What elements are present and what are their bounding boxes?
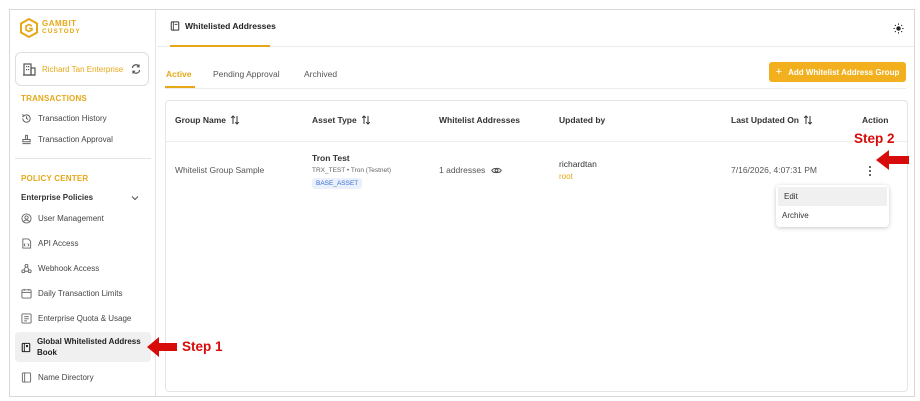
sidebar-item-global-whitelisted-address-book[interactable]: Global Whitelisted Address Book — [15, 332, 151, 362]
whitelist-table: Group Name Asset Type Whitelist Addresse… — [165, 100, 908, 392]
cell-updated-on: 7/16/2026, 4:07:31 PM — [731, 165, 818, 175]
sidebar-item-label: User Management — [38, 214, 104, 223]
brand-name: GAMBIT — [42, 19, 77, 28]
column-header-asset-type[interactable]: Asset Type — [312, 115, 371, 125]
enterprise-switcher[interactable]: Richard Tan Enterprise — [15, 52, 149, 86]
building-icon — [23, 63, 36, 76]
sidebar-item-user-management[interactable]: User Management — [21, 213, 104, 224]
switch-icon[interactable] — [130, 63, 142, 75]
sidebar-item-daily-transaction-limits[interactable]: Daily Transaction Limits — [21, 288, 122, 299]
add-whitelist-group-button[interactable]: + Add Whitelist Address Group — [769, 62, 906, 82]
sidebar-item-label: Transaction Approval — [38, 135, 113, 144]
sidebar-item-label: Enterprise Quota & Usage — [38, 314, 132, 323]
gambit-logo-icon — [20, 18, 38, 38]
enterprise-name: Richard Tan Enterprise — [42, 64, 124, 74]
sort-icon — [361, 115, 370, 125]
users-icon — [21, 213, 32, 224]
sidebar-item-transaction-history[interactable]: Transaction History — [21, 113, 107, 124]
top-bar: Whitelisted Addresses — [157, 10, 914, 47]
column-header-whitelist-addresses: Whitelist Addresses — [439, 115, 520, 125]
app-window: GAMBIT CUSTODY Richard Tan Enterprise TR… — [9, 9, 915, 397]
sidebar-item-webhook-access[interactable]: Webhook Access — [21, 263, 99, 274]
sidebar-group-enterprise-policies[interactable]: Enterprise Policies — [21, 193, 139, 202]
sidebar: GAMBIT CUSTODY Richard Tan Enterprise TR… — [10, 10, 156, 396]
sidebar-item-label: Daily Transaction Limits — [38, 289, 123, 298]
sidebar-group-label: Enterprise Policies — [21, 193, 94, 202]
sort-icon — [803, 115, 813, 125]
sun-icon[interactable] — [893, 23, 904, 34]
history-icon — [22, 114, 31, 123]
address-book-icon — [170, 21, 180, 31]
section-policy-center: POLICY CENTER — [21, 174, 89, 183]
chevron-down-icon — [131, 195, 139, 200]
sidebar-item-enterprise-quota-usage[interactable]: Enterprise Quota & Usage — [21, 313, 131, 324]
quota-icon — [21, 313, 32, 324]
step-1-label: Step 1 — [182, 339, 223, 354]
table-header-divider — [166, 141, 907, 142]
plus-icon: + — [775, 66, 783, 78]
cell-asset-name: Tron Test — [312, 153, 350, 163]
step-2-label: Step 2 — [854, 131, 895, 146]
api-icon — [22, 238, 32, 249]
directory-icon — [21, 372, 32, 383]
webhook-icon — [21, 263, 32, 274]
column-header-group-name[interactable]: Group Name — [175, 115, 240, 125]
sidebar-divider — [15, 158, 151, 159]
tab-archived[interactable]: Archived — [304, 69, 337, 79]
cell-updated-role: root — [559, 172, 573, 181]
cell-group-name: Whitelist Group Sample — [175, 165, 265, 175]
page-tab-label: Whitelisted Addresses — [185, 21, 276, 31]
sidebar-item-name-directory[interactable]: Name Directory — [21, 372, 94, 383]
column-header-updated-by: Updated by — [559, 115, 606, 125]
cell-asset-detail: TRX_TEST • Tron (Testnet) — [312, 167, 392, 174]
page-tab-indicator — [170, 45, 270, 47]
sidebar-item-api-access[interactable]: API Access — [21, 238, 78, 249]
cell-addresses[interactable]: 1 addresses — [439, 165, 502, 175]
tab-whitelisted-addresses[interactable]: Whitelisted Addresses — [170, 21, 276, 31]
step-2-arrow-icon — [876, 150, 909, 170]
calendar-icon — [21, 288, 32, 299]
asset-badge: BASE_ASSET — [312, 178, 363, 189]
section-transactions: TRANSACTIONS — [21, 94, 87, 103]
menu-item-edit[interactable]: Edit — [778, 187, 887, 206]
sidebar-item-label: Global Whitelisted Address Book — [36, 337, 141, 357]
add-button-label: Add Whitelist Address Group — [788, 67, 900, 77]
address-book-icon — [21, 342, 31, 352]
tabs-divider — [165, 88, 906, 89]
sidebar-item-label: Transaction History — [38, 114, 107, 123]
column-header-last-updated-on[interactable]: Last Updated On — [731, 115, 813, 125]
brand-logo: GAMBIT CUSTODY — [20, 18, 81, 38]
sidebar-item-transaction-approval[interactable]: Transaction Approval — [21, 134, 113, 145]
tab-pending-approval[interactable]: Pending Approval — [213, 69, 280, 79]
step-1-arrow-icon — [147, 337, 177, 357]
eye-icon[interactable] — [490, 166, 502, 175]
sidebar-item-label: Webhook Access — [38, 264, 100, 273]
action-menu: Edit Archive — [776, 185, 889, 227]
column-header-action: Action — [862, 115, 889, 125]
sidebar-item-label: API Access — [38, 239, 79, 248]
approval-icon — [22, 134, 31, 145]
sort-icon — [230, 115, 240, 125]
menu-item-archive[interactable]: Archive — [776, 206, 889, 225]
tab-active[interactable]: Active — [166, 69, 192, 79]
cell-updated-by: richardtan — [559, 159, 597, 169]
more-actions-icon[interactable] — [867, 165, 873, 177]
brand-sub: CUSTODY — [42, 28, 81, 35]
sidebar-item-label: Name Directory — [38, 373, 94, 382]
